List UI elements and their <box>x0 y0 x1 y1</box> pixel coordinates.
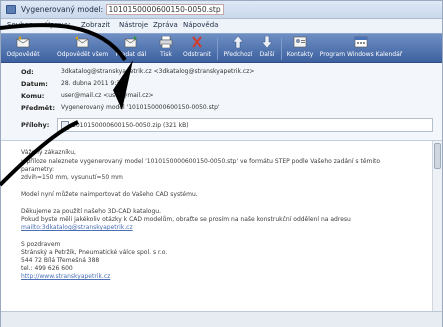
annotation-arrowhead <box>113 60 133 110</box>
annotation-arrow-2 <box>0 120 79 187</box>
annotation-arrows <box>0 23 133 187</box>
annotation-arrow-1 <box>0 23 127 62</box>
